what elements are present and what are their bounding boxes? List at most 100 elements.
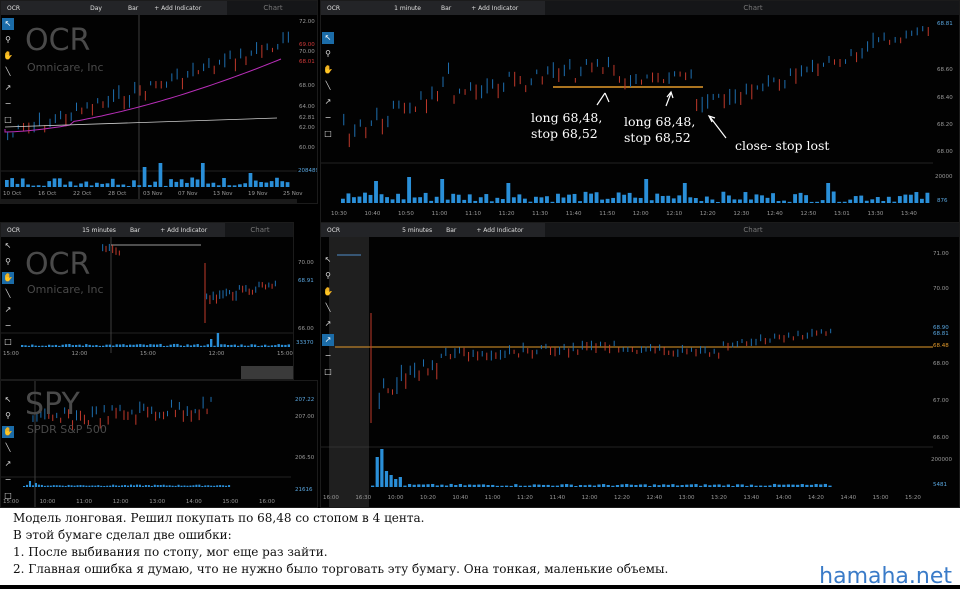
volume-bar [63,184,67,187]
volume-bar [620,484,624,487]
volume-bar [253,180,258,187]
volume-bar [551,485,555,487]
hand-icon[interactable]: ✋ [2,426,14,438]
fifteen-chart-panel[interactable]: OCR 15 minutes Bar + Add Indicator Chart… [0,222,294,380]
zoom-icon[interactable]: ⚲ [322,270,334,282]
volume-bar [715,201,720,203]
oneminute-price-chart [321,26,933,203]
volume-bar [240,344,243,347]
arrow-icon[interactable]: ↗ [322,318,334,330]
x-tick: 14:20 [808,495,824,501]
volume-bar [220,344,223,347]
x-tick: 11:00 [484,495,501,501]
volume-bar [228,485,231,487]
arrow-tool-icon[interactable]: ↗ [322,334,334,346]
volume-bar [652,484,657,487]
x-tick: 10:00 [39,499,56,505]
pointer-icon[interactable]: ↖ [322,254,334,266]
scrollbar [1,199,297,203]
volume-bar [401,199,406,203]
volume-bar [892,201,897,203]
volume-bar [592,485,596,487]
pointer-icon[interactable]: ↖ [2,394,14,406]
volume-bar [149,344,152,347]
volume-bar [379,194,384,203]
minus-icon[interactable]: − [2,474,14,486]
line-icon[interactable]: ╲ [322,302,334,314]
volume-bar [260,345,263,347]
slow-moving-average [4,117,278,128]
volume-bar [40,484,43,487]
volume-bar [52,485,55,487]
volume-bar [489,201,494,203]
volume-bar [193,344,196,347]
volume-bar [875,197,880,203]
volume-bar [129,344,132,347]
y-tick: 72.00 [299,19,315,25]
caption-text: Модель лонговая. Решил покупать по 68,48… [0,508,960,588]
volume-bar [37,484,40,487]
volume-bar [371,485,375,487]
x-tick: 13:40 [901,211,917,217]
minus-icon[interactable]: − [322,350,334,362]
volume-bar [380,449,384,487]
volume-bar [703,484,707,487]
arrow-icon[interactable]: ↗ [2,458,14,470]
volume-bar [199,345,203,347]
volume-bar [102,345,105,347]
zoom-icon[interactable]: ⚲ [2,410,14,422]
price-tag: 68.91 [298,278,314,284]
volume-bar [864,200,869,203]
volume-bar [925,192,930,203]
volume-bar [269,181,274,187]
volume-bar [129,484,133,487]
volume-bar [763,485,767,487]
volume-bar [539,197,544,203]
volume-bar [589,193,593,203]
volume-bar [210,339,213,347]
spy-chart-panel[interactable]: ↖ ⚲ ✋ ╲ ↗ − □ SPY SPDR S&P 500 207.22 20… [0,380,318,508]
volume-bar [58,345,61,347]
volume-bar [634,484,638,487]
volume-bar [267,345,270,347]
daily-chart-panel[interactable]: OCR Day Bar + Add Indicator Chart ↖ ⚲ ✋ … [0,0,318,204]
volume-bar [79,485,82,487]
x-tick: 12:00 [632,211,649,217]
price-tag: 68.81 [937,21,953,27]
volume-bar [385,197,389,203]
volume-bar [264,344,267,347]
volume-bar [31,185,36,187]
volume-bar [743,192,748,203]
volume-bar [615,485,620,487]
volume-bar [765,197,770,203]
volume-bar [644,179,649,203]
volume-bar [227,185,232,187]
fiveminute-chart-panel[interactable]: OCR 5 minutes Bar + Add Indicator Chart … [320,222,960,508]
y-tick: 68.00 [933,361,949,367]
volume-bar [456,194,461,203]
volume-bar [64,485,67,487]
volume-bar [88,344,91,347]
square-icon[interactable]: □ [322,366,334,378]
y-tick: 68.40 [937,95,953,101]
line-icon[interactable]: ╲ [2,442,14,454]
volume-bar [61,485,64,487]
volume-bar [190,177,195,187]
daily-price-chart [1,15,297,203]
volume-bar [200,163,205,187]
x-tick: 16:00 [323,495,339,501]
volume-bar [109,485,112,487]
volume-bar [594,192,599,203]
volume-bar [699,201,704,203]
volume-bar [798,192,803,203]
volume-bar [444,485,449,487]
volume-bar [403,485,407,487]
hand-icon[interactable]: ✋ [322,286,334,298]
volume-bar [250,344,253,347]
volume-bar [819,484,823,487]
x-tick: 12:00 [581,495,598,501]
volume-bar [504,485,509,487]
oneminute-chart-panel[interactable]: OCR 1 minute Bar + Add Indicator Chart ↖… [320,0,960,224]
volume-bar [70,485,73,487]
volume-bar [625,483,629,487]
